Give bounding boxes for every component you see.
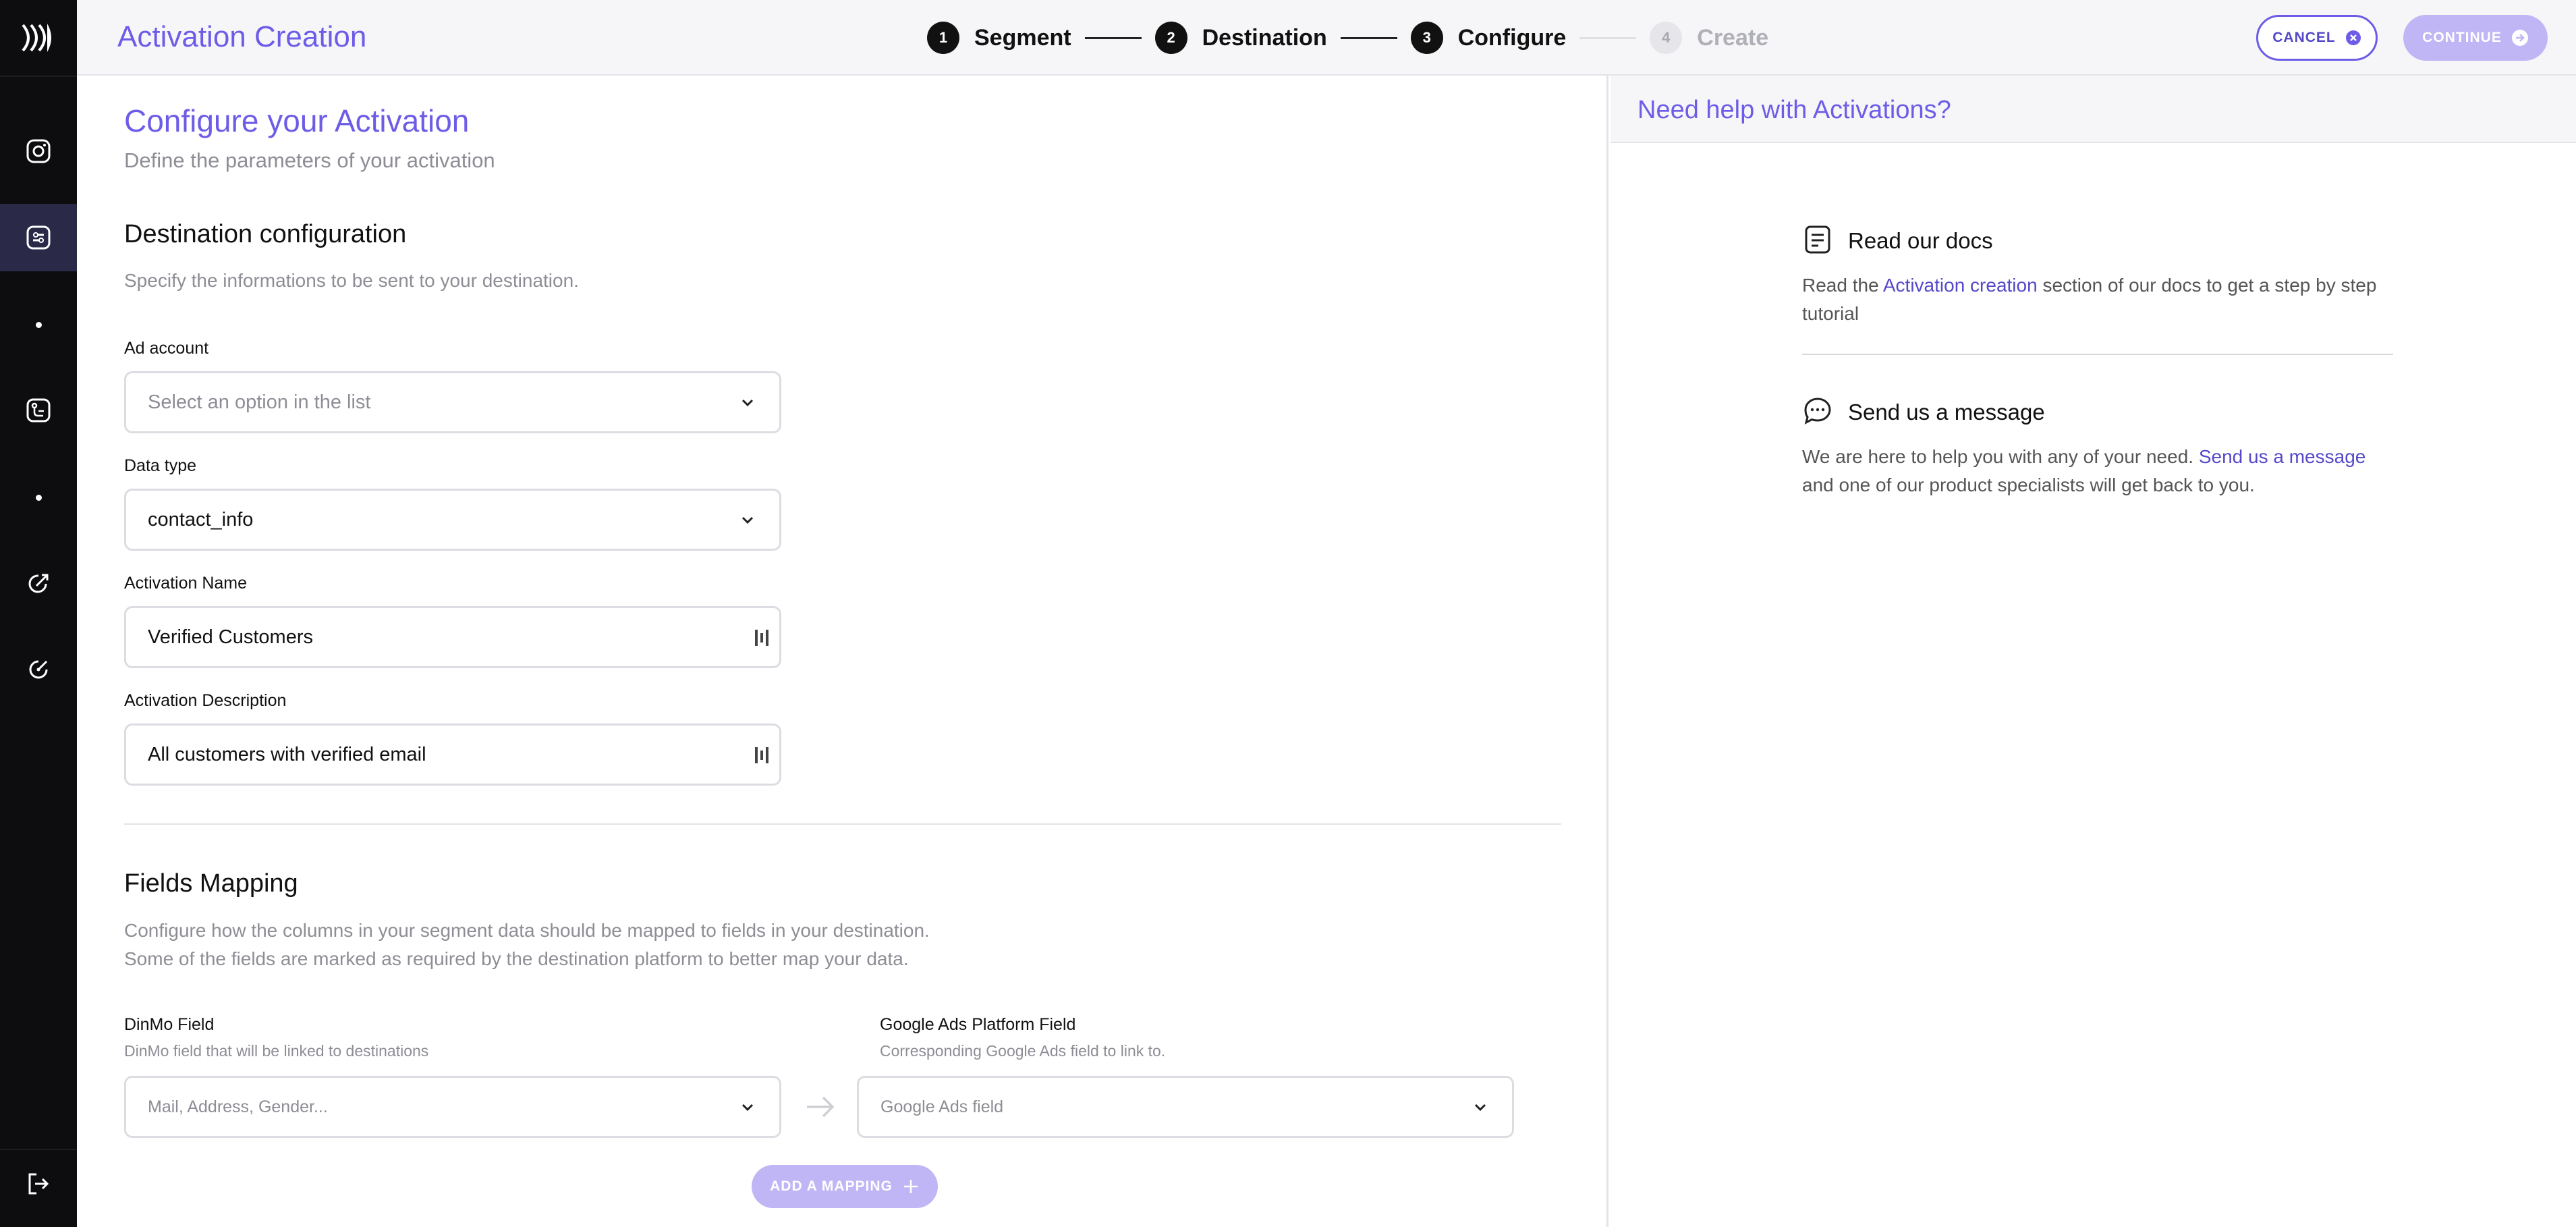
destinations-icon: [26, 398, 51, 422]
chevron-down-icon: [741, 1103, 754, 1112]
step-connector: [1340, 36, 1397, 39]
activation-creation-link[interactable]: Activation creation: [1883, 275, 2038, 296]
sidebar-divider: [0, 76, 77, 77]
analytics-icon: [29, 660, 48, 679]
step-configure[interactable]: 3 Configure: [1410, 22, 1567, 54]
step-label: Destination: [1202, 24, 1327, 51]
send-message-text: We are here to help you with any of your…: [1802, 443, 2396, 499]
add-mapping-button[interactable]: ADD A MAPPING: [752, 1165, 938, 1208]
sidebar-item-logout[interactable]: [0, 1150, 77, 1218]
segments-icon: [26, 225, 51, 250]
data-type-value: contact_info: [148, 508, 254, 530]
step-number: 2: [1154, 22, 1187, 54]
activation-description-value: All customers with verified email: [148, 743, 426, 765]
send-message-title: Send us a message: [1848, 400, 2045, 425]
variable-icon[interactable]: [752, 745, 773, 765]
step-label: Create: [1697, 24, 1769, 51]
arrow-circle-icon: [2511, 30, 2528, 46]
destination-config-title: Destination configuration: [124, 220, 407, 248]
sidebar-item-activations[interactable]: [0, 550, 77, 618]
section-title: Configure your Activation: [124, 103, 470, 138]
send-message-text-before: We are here to help you with any of your…: [1802, 446, 2199, 467]
sidebar-dot: [0, 484, 77, 511]
step-connector: [1579, 36, 1637, 39]
platform-field-help: Corresponding Google Ads field to link t…: [880, 1042, 1166, 1060]
ad-account-placeholder: Select an option in the list: [148, 391, 371, 413]
activations-icon: [28, 574, 49, 593]
page-title: Activation Creation: [117, 20, 367, 53]
main-content: Configure your Activation Define the par…: [77, 76, 1608, 1227]
activation-name-label: Activation Name: [124, 574, 248, 593]
destination-config-subtitle: Specify the informations to be sent to y…: [124, 270, 579, 291]
header: Activation Creation 1 Segment 2 Destinat…: [77, 0, 2576, 76]
step-label: Segment: [974, 24, 1071, 51]
step-number: 3: [1410, 22, 1443, 54]
step-create: 4 Create: [1650, 22, 1768, 54]
cancel-button[interactable]: CANCEL: [2256, 15, 2378, 61]
help-divider: [1802, 354, 2393, 355]
document-icon: [1805, 225, 1830, 254]
platform-field-label: Google Ads Platform Field: [880, 1015, 1076, 1034]
step-label: Configure: [1457, 24, 1567, 51]
sidebar: [0, 0, 77, 1227]
activation-name-input[interactable]: Verified Customers: [124, 606, 781, 668]
logo-icon[interactable]: [0, 0, 77, 76]
step-segment[interactable]: 1 Segment: [927, 22, 1071, 54]
dinmo-field-select[interactable]: Mail, Address, Gender...: [124, 1076, 781, 1138]
data-type-select[interactable]: contact_info: [124, 489, 781, 551]
variable-icon[interactable]: [752, 628, 773, 648]
send-message-link[interactable]: Send us a message: [2199, 446, 2366, 467]
fields-mapping-subtitle-1: Configure how the columns in your segmen…: [124, 920, 930, 941]
read-docs-text-before: Read the: [1802, 275, 1883, 296]
help-panel-header: Need help with Activations?: [1611, 76, 2576, 143]
ad-account-select[interactable]: Select an option in the list: [124, 371, 781, 433]
chevron-down-icon: [741, 399, 754, 407]
section-divider: [124, 823, 1561, 825]
sidebar-dot: [0, 311, 77, 338]
read-docs-title: Read our docs: [1848, 228, 1993, 253]
ad-account-label: Ad account: [124, 339, 209, 358]
step-number: 4: [1650, 22, 1683, 54]
continue-button[interactable]: CONTINUE: [2403, 15, 2548, 61]
instagram-icon: [26, 139, 51, 163]
plus-icon: [903, 1180, 918, 1193]
fields-mapping-title: Fields Mapping: [124, 869, 298, 898]
dinmo-field-placeholder: Mail, Address, Gender...: [148, 1097, 328, 1116]
chat-bubble-icon: [1804, 398, 1831, 425]
fields-mapping-subtitle-2: Some of the fields are marked as require…: [124, 948, 909, 969]
send-message-text-after: and one of our product specialists will …: [1802, 474, 2255, 495]
sidebar-item-instagram[interactable]: [0, 117, 77, 185]
platform-field-select[interactable]: Google Ads field: [857, 1076, 1514, 1138]
sidebar-item-segments[interactable]: [0, 204, 77, 271]
activation-name-value: Verified Customers: [148, 626, 313, 648]
dinmo-field-label: DinMo Field: [124, 1015, 215, 1034]
stepper: 1 Segment 2 Destination 3 Configure 4 Cr…: [927, 20, 1768, 55]
activation-description-input[interactable]: All customers with verified email: [124, 724, 781, 786]
activation-description-label: Activation Description: [124, 691, 287, 710]
continue-button-label: CONTINUE: [2422, 30, 2502, 45]
add-mapping-label: ADD A MAPPING: [770, 1178, 893, 1194]
arrow-right-icon: [807, 1096, 835, 1118]
cancel-button-label: CANCEL: [2272, 30, 2336, 45]
help-panel-title: Need help with Activations?: [1637, 96, 1951, 124]
data-type-label: Data type: [124, 456, 197, 475]
logout-icon: [28, 1173, 49, 1195]
section-subtitle: Define the parameters of your activation: [124, 148, 495, 172]
chevron-down-icon: [741, 516, 754, 524]
read-docs-text: Read the Activation creation section of …: [1802, 271, 2396, 328]
help-panel: Need help with Activations? Read our doc…: [1611, 76, 2576, 1227]
step-number: 1: [927, 22, 959, 54]
chevron-down-icon: [1474, 1103, 1486, 1112]
platform-field-placeholder: Google Ads field: [880, 1097, 1004, 1116]
step-connector: [1084, 36, 1142, 39]
sidebar-item-analytics[interactable]: [0, 636, 77, 703]
step-destination[interactable]: 2 Destination: [1154, 22, 1327, 54]
close-circle-icon: [2345, 30, 2361, 45]
dinmo-field-help: DinMo field that will be linked to desti…: [124, 1042, 429, 1060]
sidebar-item-destinations[interactable]: [0, 377, 77, 444]
